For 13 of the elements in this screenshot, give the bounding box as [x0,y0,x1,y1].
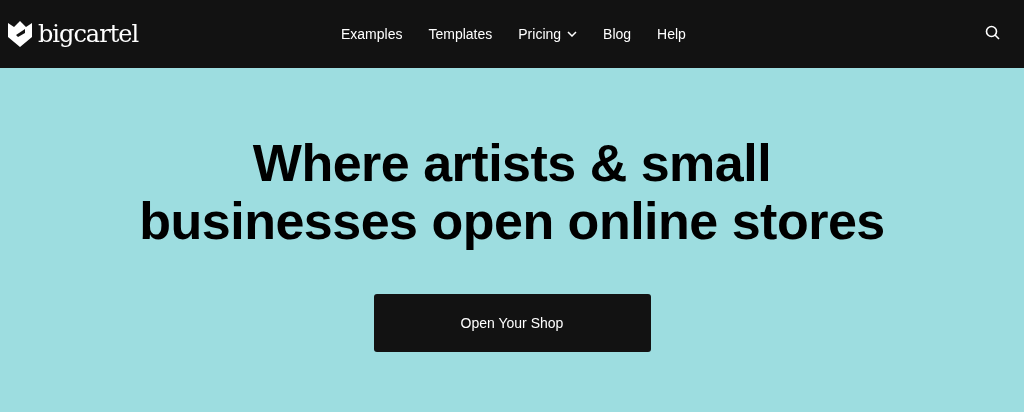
search-icon[interactable] [985,25,1000,40]
open-shop-button[interactable]: Open Your Shop [373,294,651,352]
headline-line: businesses open online stores [139,192,885,250]
nav-dropdown[interactable]: Pricing [518,23,578,45]
nav-link[interactable]: Help [657,23,686,45]
shield-logo-icon [8,21,32,47]
nav-link[interactable]: Templates [428,23,493,45]
nav-link[interactable]: Examples [341,23,403,45]
logo[interactable]: bigcartel [8,21,139,47]
nav-link[interactable]: Blog [603,23,632,45]
headline-line: Where artists & small [252,134,772,192]
chevron-down-icon [567,31,578,37]
logo-text: bigcartel [38,22,139,46]
